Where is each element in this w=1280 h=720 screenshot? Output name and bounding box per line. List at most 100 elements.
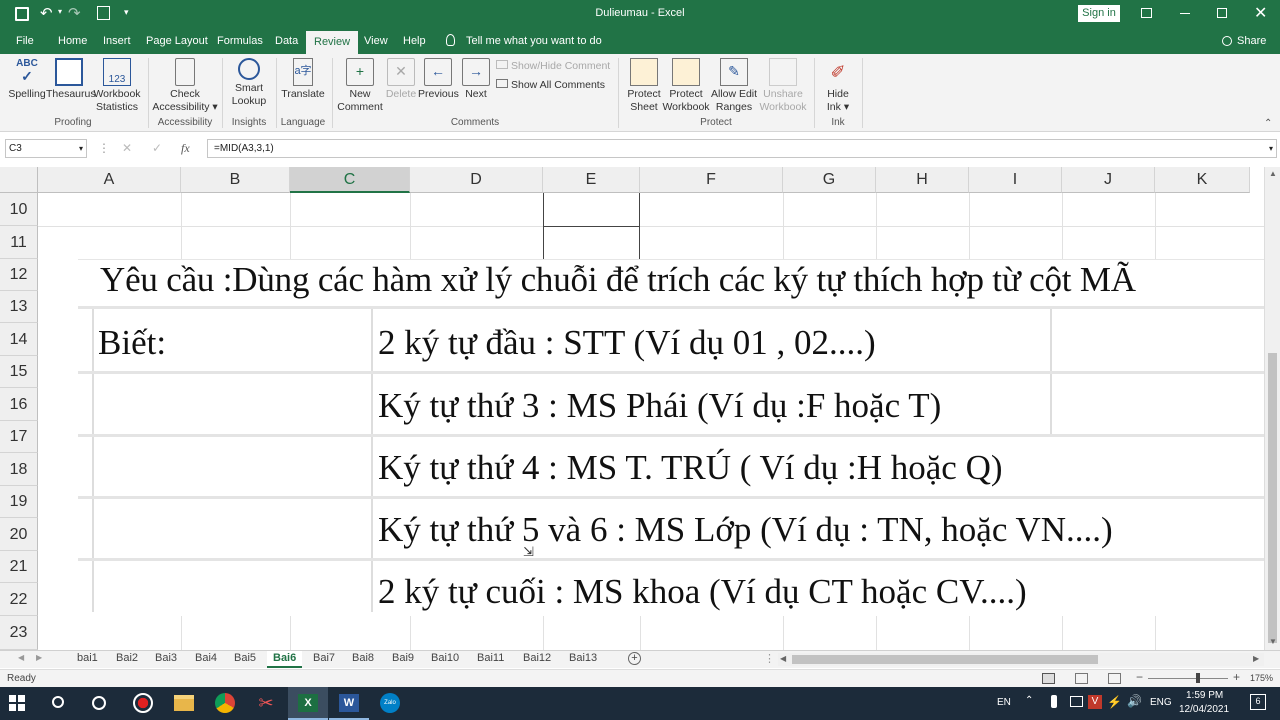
notification-icon[interactable]: 6 [1250, 694, 1266, 710]
check-accessibility-button[interactable]: Check Accessibility ▾ [152, 58, 218, 114]
spelling-button[interactable]: ABC ✓ Spelling [8, 58, 46, 101]
tab-view[interactable]: View [364, 28, 388, 54]
row-header-13[interactable]: 13 [0, 291, 38, 323]
column-header-g[interactable]: G [783, 167, 876, 193]
scroll-down-icon[interactable]: ▼ [1269, 637, 1277, 646]
cancel-formula-icon[interactable]: ✕ [122, 141, 132, 155]
column-header-c[interactable]: C [290, 167, 410, 193]
bordered-cell-e10[interactable] [543, 193, 640, 227]
sheet-tab-bai7[interactable]: Bai7 [313, 651, 335, 668]
close-icon[interactable]: ✕ [1254, 3, 1267, 23]
horizontal-scroll-thumb[interactable] [792, 655, 1098, 664]
expand-formula-bar-icon[interactable]: ▾ [1269, 140, 1273, 157]
tab-data[interactable]: Data [275, 28, 298, 54]
tab-formulas[interactable]: Formulas [217, 28, 263, 54]
protect-sheet-button[interactable]: Protect Sheet [622, 58, 666, 114]
show-all-comments-button[interactable]: Show All Comments [496, 79, 605, 92]
add-sheet-icon[interactable]: + [628, 652, 641, 665]
tab-help[interactable]: Help [403, 28, 426, 54]
column-header-e[interactable]: E [543, 167, 640, 193]
show-hide-comment-button[interactable]: Show/Hide Comment [496, 60, 610, 73]
vertical-scrollbar[interactable]: ▲ ▼ [1264, 167, 1280, 650]
select-all-corner[interactable] [0, 167, 38, 193]
sheet-tab-bai11[interactable]: Bai11 [477, 651, 504, 668]
network-icon[interactable] [1070, 696, 1083, 707]
row-header-22[interactable]: 22 [0, 583, 38, 616]
sheet-tab-bai8[interactable]: Bai8 [352, 651, 374, 668]
thesaurus-button[interactable]: Thesaurus [46, 58, 96, 101]
sheet-scroll-left-icon[interactable]: ◀ [18, 653, 24, 662]
column-header-j[interactable]: J [1062, 167, 1155, 193]
save-icon[interactable] [15, 7, 29, 21]
row-header-18[interactable]: 18 [0, 453, 38, 486]
column-header-a[interactable]: A [38, 167, 181, 193]
tab-page-layout[interactable]: Page Layout [146, 28, 208, 54]
sheet-tab-bai6[interactable]: Bai6 [267, 651, 303, 668]
search-icon[interactable] [52, 696, 64, 708]
hscroll-right-icon[interactable]: ▶ [1253, 654, 1259, 663]
usb-icon[interactable] [1051, 695, 1057, 708]
column-header-d[interactable]: D [410, 167, 543, 193]
enter-formula-icon[interactable]: ✓ [152, 141, 162, 155]
row-header-19[interactable]: 19 [0, 486, 38, 518]
formula-input[interactable]: =MID(A3,3,1) ▾ [207, 139, 1277, 158]
row-header-23[interactable]: 23 [0, 616, 38, 650]
next-comment-button[interactable]: → Next [458, 58, 494, 101]
hscroll-left-icon[interactable]: ◀ [780, 654, 786, 663]
zalo-icon[interactable]: Zalo [380, 693, 400, 713]
row-header-15[interactable]: 15 [0, 356, 38, 388]
vertical-scroll-thumb[interactable] [1268, 353, 1277, 643]
formula-bar-options-icon[interactable]: ⋮ [98, 141, 110, 155]
normal-view-icon[interactable] [1042, 673, 1055, 684]
column-header-k[interactable]: K [1155, 167, 1250, 193]
volume-icon[interactable]: 🔊 [1127, 694, 1142, 708]
workbook-statistics-button[interactable]: 123 Workbook Statistics [92, 58, 142, 114]
redo-icon[interactable]: ↷ [68, 4, 81, 22]
translate-button[interactable]: a字 Translate [280, 58, 326, 101]
scroll-up-icon[interactable]: ▲ [1269, 169, 1277, 178]
zoom-level[interactable]: 175% [1250, 673, 1273, 683]
ribbon-display-icon[interactable] [1141, 8, 1152, 18]
name-box[interactable]: C3 ▾ [5, 139, 87, 158]
page-break-view-icon[interactable] [1108, 673, 1121, 684]
input-method-indicator[interactable]: ENG [1150, 697, 1172, 708]
file-explorer-icon[interactable] [174, 695, 194, 711]
sheet-tab-bai10[interactable]: Bai10 [431, 651, 459, 668]
tab-file[interactable]: File [16, 28, 34, 54]
clock-date[interactable]: 12/04/2021 [1179, 704, 1229, 715]
column-header-b[interactable]: B [181, 167, 290, 193]
sheet-tab-bai12[interactable]: Bai12 [523, 651, 551, 668]
sheet-tab-bai9[interactable]: Bai9 [392, 651, 414, 668]
snipping-tool-icon[interactable]: ✂ [256, 693, 276, 713]
tab-insert[interactable]: Insert [103, 28, 131, 54]
signin-button[interactable]: Sign in [1078, 5, 1120, 22]
row-header-11[interactable]: 11 [0, 226, 38, 259]
language-indicator[interactable]: EN [997, 697, 1011, 708]
antivirus-icon[interactable]: V [1088, 695, 1102, 709]
zoom-out-icon[interactable]: − [1136, 670, 1143, 684]
tab-review[interactable]: Review [306, 31, 359, 54]
show-hidden-icons-icon[interactable]: ⌃ [1025, 695, 1033, 706]
page-layout-view-icon[interactable] [1075, 673, 1088, 684]
maximize-icon[interactable] [1217, 8, 1227, 18]
minimize-icon[interactable] [1180, 13, 1190, 14]
unshare-workbook-button[interactable]: Unshare Workbook [758, 58, 808, 114]
clock-time[interactable]: 1:59 PM [1186, 690, 1223, 701]
row-header-17[interactable]: 17 [0, 421, 38, 453]
protect-workbook-button[interactable]: Protect Workbook [662, 58, 710, 114]
windows-start-icon[interactable] [9, 695, 25, 711]
column-header-h[interactable]: H [876, 167, 969, 193]
cortana-icon[interactable] [92, 696, 106, 710]
sheet-tab-bai2[interactable]: Bai2 [116, 651, 138, 668]
tab-home[interactable]: Home [58, 28, 87, 54]
previous-comment-button[interactable]: ← Previous [418, 58, 459, 101]
sheet-tab-bai4[interactable]: Bai4 [195, 651, 217, 668]
column-header-f[interactable]: F [640, 167, 783, 193]
undo-dropdown-icon[interactable]: ▾ [58, 7, 62, 16]
power-icon[interactable]: ⚡ [1107, 695, 1122, 709]
allow-edit-ranges-button[interactable]: ✎ Allow Edit Ranges [708, 58, 760, 114]
customize-qat-icon[interactable]: ▾ [124, 7, 129, 18]
zoom-slider[interactable] [1148, 673, 1228, 683]
delete-comment-button[interactable]: ✕ Delete [384, 58, 418, 101]
row-header-21[interactable]: 21 [0, 551, 38, 583]
